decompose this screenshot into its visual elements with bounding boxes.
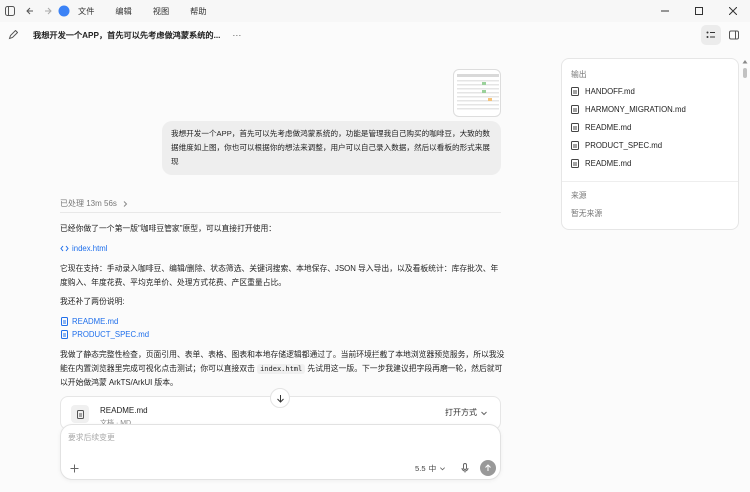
reasoning-level: 中 [428,464,437,473]
source-section-title: 来源 [571,191,587,200]
document-icon [571,123,579,132]
chevron-down-icon [440,467,446,471]
new-chat-icon[interactable] [5,27,21,43]
list-icon [706,31,715,38]
panel-icon [729,30,739,40]
more-options-button[interactable]: ··· [232,30,241,40]
arrow-down-icon [276,394,284,403]
scrollbar[interactable] [742,58,748,492]
title-bar: 文件 编辑 视图 帮助 [0,0,750,22]
code-icon [60,244,69,253]
output-file-name: PRODUCT_SPEC.md [585,141,663,150]
scroll-to-bottom-button[interactable] [270,388,290,408]
chat-area: 我想开发一个APP，首先可以先考虑做鸿蒙系统的，功能是管理我自己购买的咖啡豆，大… [0,48,555,492]
menu-file[interactable]: 文件 [78,5,94,17]
message-composer: 5.5 中 [60,424,501,480]
model-selector[interactable]: 5.5 中 [415,463,446,474]
forward-arrow-icon[interactable] [40,3,56,19]
close-button[interactable] [716,0,750,22]
output-file-item[interactable]: README.md [571,159,631,168]
assistant-paragraph-notes: 我还补了两份说明: [60,297,125,306]
attached-image-thumbnail[interactable] [453,69,501,117]
menu-view[interactable]: 视图 [153,5,169,17]
microphone-icon [461,463,469,473]
scroll-up-arrow-icon[interactable] [742,58,748,64]
open-with-button[interactable]: 打开方式 [445,407,488,418]
send-button[interactable] [480,460,496,476]
app-logo-icon [56,3,72,19]
output-file-item[interactable]: HARMONY_MIGRATION.md [571,105,686,114]
output-file-item[interactable]: PRODUCT_SPEC.md [571,141,662,150]
document-icon [571,87,579,96]
output-side-panel: 输出 HANDOFF.md HARMONY_MIGRATION.md READM… [561,58,739,230]
scroll-thumb[interactable] [743,68,747,78]
outline-toggle-button[interactable] [701,25,721,45]
processed-time-toggle[interactable]: 已处理 13m 56s [60,198,129,209]
output-file-name: HARMONY_MIGRATION.md [585,105,686,114]
plus-icon [70,464,78,472]
minimize-button[interactable] [648,0,682,22]
divider [60,212,501,213]
panel-toggle-button[interactable] [724,25,744,45]
conversation-title: 我想开发一个APP，首先可以先考虑做鸿蒙系统的... [33,31,221,40]
file-card-name: README.md [100,406,148,415]
file-link-spec-label: PRODUCT_SPEC.md [72,330,150,339]
document-icon [71,405,89,423]
user-message-bubble: 我想开发一个APP，首先可以先考虑做鸿蒙系统的，功能是管理我自己购买的咖啡豆，大… [162,121,501,175]
chevron-right-icon [123,200,128,207]
processed-time-label: 已处理 13m 56s [60,199,117,208]
file-link-spec[interactable]: PRODUCT_SPEC.md [60,330,149,339]
open-with-label: 打开方式 [445,408,477,417]
chevron-down-icon [481,411,487,415]
arrow-up-icon [485,464,491,471]
output-file-name: README.md [585,159,632,168]
conversation-header: 我想开发一个APP，首先可以先考虑做鸿蒙系统的... ··· [0,22,750,48]
composer-input[interactable] [68,433,488,442]
document-icon [60,317,69,326]
microphone-button[interactable] [459,462,471,474]
sidebar-toggle-icon[interactable] [2,3,18,19]
model-version: 5.5 [415,464,426,473]
menu-help[interactable]: 帮助 [190,5,206,17]
document-icon [571,141,579,150]
output-file-name: README.md [585,123,632,132]
output-file-item[interactable]: README.md [571,123,631,132]
document-icon [571,159,579,168]
document-icon [571,105,579,114]
assistant-paragraph-features: 它现在支持：手动录入咖啡豆、编辑/删除、状态筛选、关键词搜索、本地保存、JSON… [60,264,499,287]
file-link-readme[interactable]: README.md [60,317,118,326]
inline-code-index: index.html [257,364,306,374]
document-icon [60,330,69,339]
add-attachment-button[interactable] [67,461,81,475]
divider [562,181,738,182]
assistant-paragraph-intro: 已经你做了一个第一版"咖啡豆管家"原型，可以直接打开使用： [60,224,277,233]
output-file-name: HANDOFF.md [585,87,635,96]
no-source-label: 暂无来源 [571,209,603,218]
file-link-index[interactable]: index.html [60,244,108,253]
file-link-readme-label: README.md [72,317,119,326]
assistant-paragraph-summary: 我做了静态完整性检查，页面引用、表单、表格、图表和本地存储逻辑都通过了。当前环境… [60,348,505,390]
output-section-title: 输出 [571,70,587,79]
output-file-item[interactable]: HANDOFF.md [571,87,635,96]
menu-edit[interactable]: 编辑 [115,5,131,17]
maximize-button[interactable] [682,0,716,22]
file-link-index-label: index.html [72,244,108,253]
back-arrow-icon[interactable] [22,3,38,19]
